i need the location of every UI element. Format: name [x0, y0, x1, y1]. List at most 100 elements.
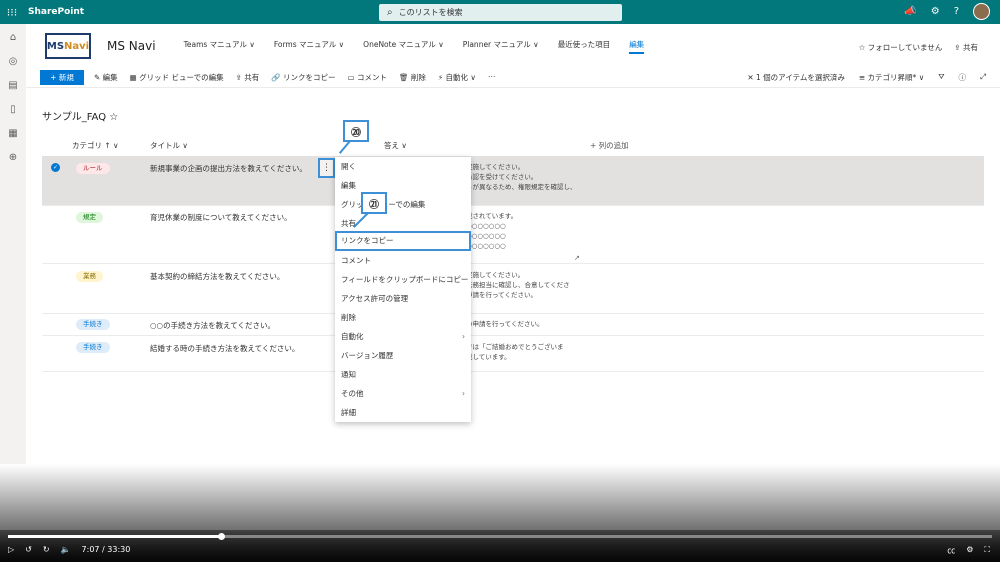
item-title[interactable]: 新規事業の企画の提出方法を教えてください。 [150, 163, 307, 174]
share-site-button[interactable]: ⇪ 共有 [954, 42, 978, 53]
menu-item-more[interactable]: その他 › [335, 384, 471, 403]
category-pill: 手続き [76, 342, 110, 353]
item-title[interactable]: 育児休業の制度について教えてください。 [150, 212, 292, 223]
delete-command[interactable]: 🗑 削除 [399, 72, 426, 83]
nav-recent[interactable]: 最近使った項目 [558, 39, 611, 54]
gear-icon[interactable]: ⚙ [931, 6, 940, 17]
answer-cell: 載されています。 ○○○○○○○ ○○○○○○○ ○○○○○○○ [466, 212, 518, 250]
table-row[interactable]: 手続き ○○の手続き方法を教えてください。 の申請を行ってください。 [42, 314, 984, 336]
forward-icon[interactable]: ↻ [43, 545, 50, 554]
context-menu: 開く 編集 グリッド ビューでの編集 共有 リンクをコピー コメント フィールド… [335, 157, 471, 422]
nav-planner[interactable]: Planner マニュアル ∨ [463, 39, 539, 54]
menu-item-details[interactable]: 詳細 [335, 403, 471, 422]
more-options-button[interactable]: ⋮ [318, 158, 335, 178]
table-row[interactable]: ✓ ルール 新規事業の企画の提出方法を教えてください。 実施してください。 承認を… [42, 156, 984, 206]
more-commands[interactable]: ⋯ [488, 72, 496, 83]
menu-item-open[interactable]: 開く [335, 157, 471, 176]
step-callout-21: ㉑ [361, 192, 387, 214]
waffle-icon[interactable]: ⁝⁝⁝ [0, 0, 24, 24]
menu-item-automate[interactable]: 自動化 › [335, 327, 471, 346]
step-callout-20: ⑳ [343, 120, 369, 142]
site-logo[interactable]: MS Navi [45, 33, 91, 59]
expand-icon[interactable]: ⤢ [980, 72, 986, 83]
rewind-icon[interactable]: ↺ [25, 545, 32, 554]
avatar[interactable] [973, 3, 990, 20]
megaphone-icon[interactable]: 📣 [904, 6, 916, 17]
info-icon[interactable]: ⓘ [959, 72, 967, 83]
item-title[interactable]: 基本契約の締結方法を教えてください。 [150, 271, 284, 282]
answer-cell: 実施してください。 承認を受けてください。 トが異なるため、権限規定を確認し、 [466, 163, 577, 191]
open-link-icon[interactable]: ↗ [574, 254, 580, 262]
menu-item-manage-access[interactable]: アクセス許可の管理 [335, 289, 471, 308]
command-bar: + 新規 ✎ 編集 ▦ グリッド ビューでの編集 ⇪ 共有 🔗 リンクをコピー … [26, 68, 1000, 88]
table-row[interactable]: 手続き 結婚する時の手続き方法を教えてください。 では「ご結婚おめでとうございま… [42, 336, 984, 372]
menu-item-copy-fields[interactable]: フィールドをクリップボードにコピー [335, 270, 471, 289]
category-pill: 業務 [76, 271, 103, 282]
answer-cell: の申請を行ってください。 [466, 320, 544, 328]
play-icon[interactable]: ▷ [8, 545, 14, 554]
menu-item-edit[interactable]: 編集 [335, 176, 471, 195]
checkmark-icon[interactable]: ✓ [51, 163, 60, 172]
add-column-button[interactable]: + 列の追加 [590, 140, 629, 151]
settings-icon[interactable]: ⚙ [966, 545, 973, 556]
create-icon[interactable]: ⊕ [9, 152, 17, 163]
globe-icon[interactable]: ◎ [9, 56, 18, 67]
captions-icon[interactable]: ㏄ [947, 545, 955, 556]
nav-teams[interactable]: Teams マニュアル ∨ [184, 39, 255, 54]
news-icon[interactable]: ▤ [8, 80, 17, 91]
item-title[interactable]: 結婚する時の手続き方法を教えてください。 [150, 343, 299, 354]
column-header-category[interactable]: カテゴリ ↑ ∨ [72, 140, 119, 151]
edit-command[interactable]: ✎ 編集 [94, 72, 118, 83]
nav-onenote[interactable]: OneNote マニュアル ∨ [363, 39, 444, 54]
list-icon[interactable]: ▦ [8, 128, 17, 139]
time-display: 7:07 / 33:30 [81, 545, 131, 554]
table-row[interactable]: 業務 基本契約の締結方法を教えてください。 実施してください。 法務担当に確認し、… [42, 264, 984, 314]
view-switcher[interactable]: ≡ カテゴリ昇順* ∨ [859, 72, 924, 83]
copy-link-command[interactable]: 🔗 リンクをコピー [271, 72, 335, 83]
menu-item-alert[interactable]: 通知 [335, 365, 471, 384]
nav-forms[interactable]: Forms マニュアル ∨ [274, 39, 344, 54]
category-pill: 手続き [76, 319, 110, 330]
callout-tail [338, 140, 351, 154]
menu-item-grid-edit[interactable]: グリッド ビューでの編集 [335, 195, 471, 214]
automate-command[interactable]: ⚡ 自動化 ∨ [438, 72, 476, 83]
grid-edit-command[interactable]: ▦ グリッド ビューでの編集 [130, 72, 224, 83]
selection-count[interactable]: ✕ 1 個のアイテムを選択済み [747, 72, 845, 83]
menu-item-copy-link[interactable]: リンクをコピー [335, 231, 471, 251]
filter-icon[interactable]: ⛛ [938, 72, 944, 83]
column-header-answer[interactable]: 答え ∨ [384, 140, 407, 151]
help-icon[interactable]: ? [954, 6, 959, 17]
video-player-controls: ▷ ↺ ↻ 🔈 7:07 / 33:30 ㏄ ⚙ ⛶ [0, 530, 1000, 562]
new-button[interactable]: + 新規 [40, 70, 84, 85]
home-icon[interactable]: ⌂ [10, 32, 16, 43]
item-title[interactable]: ○○の手続き方法を教えてください。 [150, 320, 275, 331]
category-pill: ルール [76, 163, 110, 174]
chevron-right-icon: › [462, 389, 465, 398]
menu-item-comment[interactable]: コメント [335, 251, 471, 270]
document-icon[interactable]: ▯ [10, 104, 16, 115]
follow-button[interactable]: ☆ フォローしていません [859, 42, 943, 53]
answer-cell: では「ご結婚おめでとうございま 載しています。 [466, 343, 564, 361]
menu-item-delete[interactable]: 削除 [335, 308, 471, 327]
comment-command[interactable]: ▭ コメント [347, 72, 386, 83]
search-input[interactable]: ⌕ このリストを検索 [379, 4, 622, 21]
chevron-right-icon: › [462, 332, 465, 341]
left-rail: ⌂ ◎ ▤ ▯ ▦ ⊕ [0, 24, 26, 464]
progress-bar[interactable] [8, 533, 992, 540]
site-name[interactable]: MS Navi [107, 39, 156, 53]
volume-icon[interactable]: 🔈 [61, 545, 71, 554]
progress-fill [8, 535, 221, 538]
search-icon: ⌕ [387, 7, 393, 18]
site-header: MS Navi MS Navi Teams マニュアル ∨ Forms マニュアル… [26, 24, 1000, 68]
table-row[interactable]: 規定 育児休業の制度について教えてください。 載されています。 ○○○○○○○ ○○… [42, 206, 984, 264]
app-brand[interactable]: SharePoint [28, 7, 84, 17]
site-nav: Teams マニュアル ∨ Forms マニュアル ∨ OneNote マニュア… [184, 39, 645, 54]
column-header-title[interactable]: タイトル ∨ [150, 140, 188, 151]
share-command[interactable]: ⇪ 共有 [236, 72, 260, 83]
list-title[interactable]: サンプル_FAQ ☆ [42, 108, 118, 123]
fullscreen-icon[interactable]: ⛶ [984, 545, 990, 556]
menu-item-version-history[interactable]: バージョン履歴 [335, 346, 471, 365]
nav-edit[interactable]: 編集 [629, 39, 645, 54]
progress-knob[interactable] [217, 533, 225, 540]
category-pill: 規定 [76, 212, 103, 223]
